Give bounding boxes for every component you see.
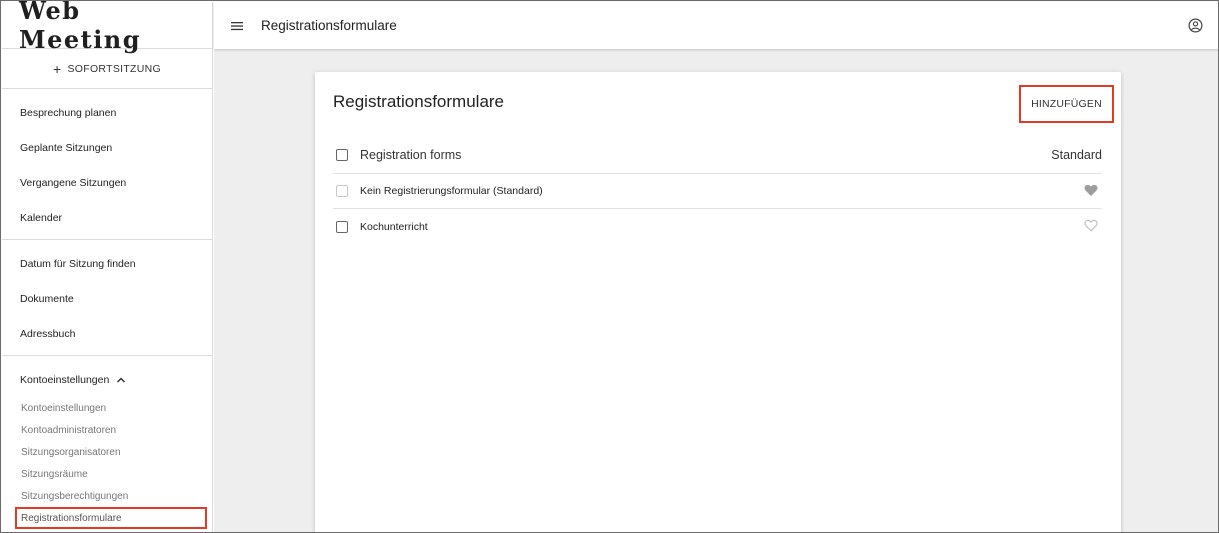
sidebar-item-label: Geplante Sitzungen bbox=[20, 141, 113, 154]
sidebar-item-label: Adressbuch bbox=[20, 327, 76, 340]
plus-icon: + bbox=[52, 60, 62, 77]
sidebar-item-address-book[interactable]: Adressbuch bbox=[2, 316, 212, 351]
sidebar-item-calendar[interactable]: Kalender bbox=[2, 200, 212, 235]
instant-meeting-label: SOFORTSITZUNG bbox=[67, 62, 162, 75]
row-name[interactable]: Kein Registrierungsformular (Standard) bbox=[360, 185, 543, 197]
sidebar-subitem-label: Sitzungsberechtigungen bbox=[21, 490, 129, 502]
sidebar-subitem-permissions[interactable]: Sitzungsberechtigungen bbox=[2, 485, 212, 507]
sidebar-item-documents[interactable]: Dokumente bbox=[2, 281, 212, 316]
user-icon[interactable] bbox=[1188, 18, 1203, 33]
sidebar-subitem-label: Registrationsformulare bbox=[21, 512, 122, 524]
sidebar-item-find-date[interactable]: Datum für Sitzung finden bbox=[2, 246, 212, 281]
sidebar-subitem-label: Sitzungsräume bbox=[21, 468, 88, 480]
sidebar-item-label: Kalender bbox=[20, 211, 63, 224]
row-checkbox[interactable] bbox=[336, 220, 348, 233]
sidebar-subitem-label: Kontoeinstellungen bbox=[21, 402, 107, 414]
table-header-row: Registration forms Standard bbox=[333, 136, 1102, 174]
select-all-checkbox[interactable] bbox=[336, 148, 348, 161]
instant-meeting-button[interactable]: + SOFORTSITZUNG bbox=[2, 49, 212, 89]
add-button[interactable]: HINZUFÜGEN bbox=[1019, 85, 1114, 123]
sidebar: Web Meeting + SOFORTSITZUNG Besprechung … bbox=[2, 1, 213, 532]
app-logo[interactable]: Web Meeting bbox=[19, 1, 212, 54]
sidebar-subitem-organizers[interactable]: Sitzungsorganisatoren bbox=[2, 441, 212, 463]
logo-bar: Web Meeting bbox=[2, 1, 212, 54]
sidebar-subitem-registration-forms[interactable]: Registrationsformulare bbox=[15, 507, 207, 529]
top-bar: Registrationsformulare bbox=[214, 2, 1218, 49]
table-row: Kein Registrierungsformular (Standard) bbox=[333, 174, 1102, 209]
row-checkbox[interactable] bbox=[336, 185, 348, 197]
sidebar-subitem-label: Kontoadministratoren bbox=[21, 424, 117, 436]
sidebar-subitem-label: Sitzungsorganisatoren bbox=[21, 446, 121, 458]
hamburger-icon[interactable] bbox=[231, 19, 245, 33]
registration-forms-table: Registration forms Standard Kein Registr… bbox=[333, 136, 1102, 244]
sidebar-item-past-meetings[interactable]: Vergangene Sitzungen bbox=[2, 165, 212, 200]
sidebar-item-label: Kontoeinstellungen bbox=[20, 374, 110, 386]
sidebar-item-label: Dokumente bbox=[20, 292, 74, 305]
page-title: Registrationsformulare bbox=[261, 18, 397, 33]
sidebar-subitem-account-settings[interactable]: Kontoeinstellungen bbox=[2, 397, 212, 419]
main-content: Registrationsformulare HINZUFÜGEN Regist… bbox=[214, 49, 1218, 532]
nav-group-tools: Datum für Sitzung finden Dokumente Adres… bbox=[2, 240, 212, 356]
sidebar-item-label: Besprechung planen bbox=[20, 106, 117, 119]
row-name[interactable]: Kochunterricht bbox=[360, 221, 428, 233]
column-header-default: Standard bbox=[1051, 147, 1102, 162]
card-title: Registrationsformulare bbox=[333, 92, 505, 111]
sidebar-item-scheduled-meetings[interactable]: Geplante Sitzungen bbox=[2, 130, 212, 165]
sidebar-item-label: Datum für Sitzung finden bbox=[20, 257, 136, 270]
sidebar-item-account-settings-toggle[interactable]: Kontoeinstellungen bbox=[2, 363, 212, 397]
nav-group-meetings: Besprechung planen Geplante Sitzungen Ve… bbox=[2, 89, 212, 240]
table-row: Kochunterricht bbox=[333, 209, 1102, 244]
nav-group-account: Kontoeinstellungen Kontoeinstellungen Ko… bbox=[2, 363, 212, 529]
sidebar-item-label: Vergangene Sitzungen bbox=[20, 176, 127, 189]
app-window: Web Meeting + SOFORTSITZUNG Besprechung … bbox=[0, 0, 1219, 533]
chevron-up-icon bbox=[117, 377, 126, 383]
heart-outline-icon[interactable] bbox=[1084, 219, 1098, 232]
column-header-name: Registration forms bbox=[360, 147, 462, 162]
sidebar-subitem-rooms[interactable]: Sitzungsräume bbox=[2, 463, 212, 485]
sidebar-item-plan-meeting[interactable]: Besprechung planen bbox=[2, 95, 212, 130]
registration-forms-card: Registrationsformulare HINZUFÜGEN Regist… bbox=[315, 72, 1121, 532]
sidebar-subitem-account-admins[interactable]: Kontoadministratoren bbox=[2, 419, 212, 441]
heart-filled-icon[interactable] bbox=[1084, 184, 1098, 197]
